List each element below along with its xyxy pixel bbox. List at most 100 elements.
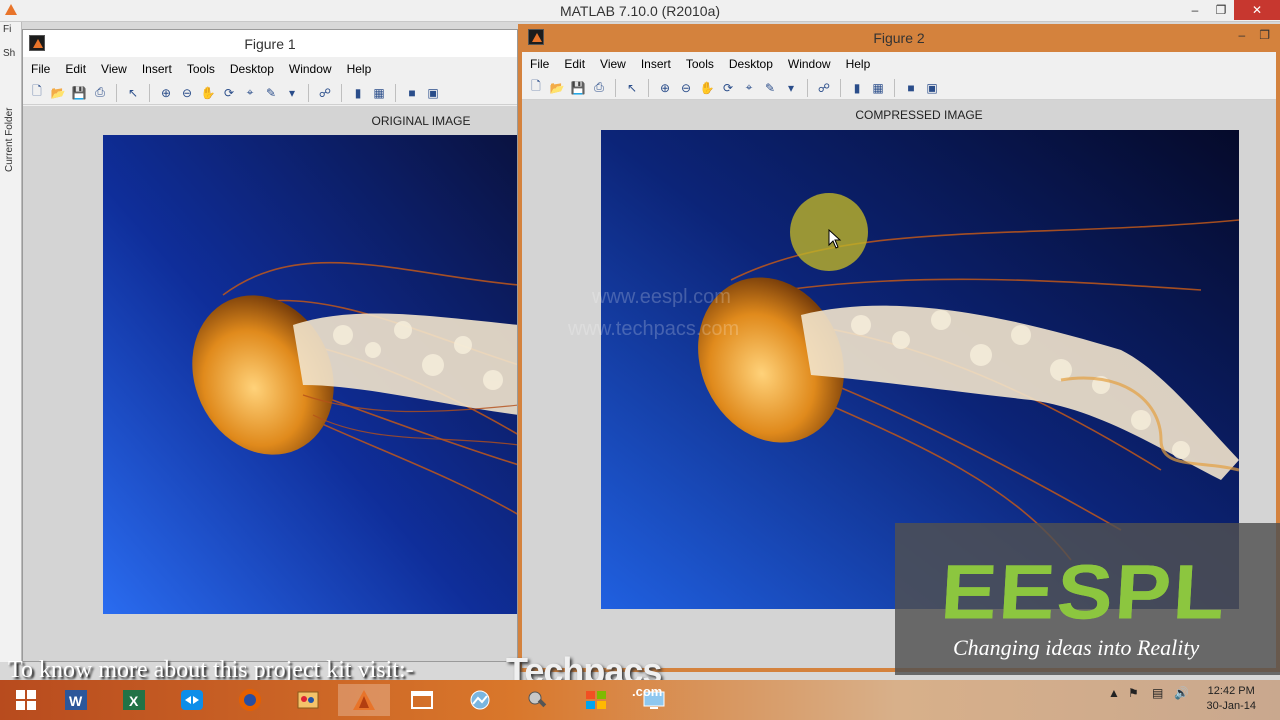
menu-window[interactable]: Window	[289, 62, 332, 76]
hide-plot-tools-icon[interactable]: ■	[404, 85, 420, 101]
menu-insert[interactable]: Insert	[142, 62, 172, 76]
window-icon[interactable]	[396, 684, 448, 716]
paint-icon[interactable]	[282, 684, 334, 716]
eespl-logo-overlay: EESPL Changing ideas into Reality	[895, 523, 1280, 675]
edit-plot-arrow-icon[interactable]: ↖	[125, 85, 141, 101]
menu-file[interactable]: File	[31, 62, 50, 76]
toolbar-separator	[308, 83, 309, 102]
toolbar-separator	[116, 83, 117, 102]
legend-icon[interactable]: ▦	[870, 80, 886, 96]
hide-plot-tools-icon[interactable]: ■	[903, 80, 919, 96]
menu-file[interactable]: File	[530, 57, 549, 71]
brush-icon[interactable]: ✎	[263, 85, 279, 101]
pan-hand-icon[interactable]: ✋	[200, 85, 216, 101]
save-icon[interactable]: 💾	[570, 80, 586, 96]
zoom-out-icon[interactable]: ⊖	[179, 85, 195, 101]
menu-view[interactable]: View	[101, 62, 127, 76]
new-figure-icon[interactable]: 🗋	[29, 84, 45, 101]
pan-hand-icon[interactable]: ✋	[699, 80, 715, 96]
menu-edit[interactable]: Edit	[564, 57, 585, 71]
svg-text:X: X	[129, 693, 139, 709]
legend-icon[interactable]: ▦	[371, 85, 387, 101]
tray-overflow-icon[interactable]: ▲	[1108, 686, 1120, 700]
rotate-3d-icon[interactable]: ⟳	[720, 80, 736, 96]
tools-icon[interactable]	[512, 684, 564, 716]
maximize-icon[interactable]: ❐	[1208, 0, 1234, 20]
axes-title-compressed: COMPRESSED IMAGE	[855, 108, 983, 122]
figure-maximize-icon[interactable]: ❐	[1259, 28, 1270, 42]
zoom-in-icon[interactable]: ⊕	[158, 85, 174, 101]
menu-help[interactable]: Help	[347, 62, 372, 76]
print-icon[interactable]: ⎙	[591, 80, 607, 96]
link-plot-icon[interactable]: ☍	[816, 80, 832, 96]
figure-2-menubar: File Edit View Insert Tools Desktop Wind…	[522, 52, 1276, 76]
brush-dropdown-icon[interactable]: ▾	[284, 85, 300, 101]
photos-icon[interactable]	[454, 684, 506, 716]
colorbar-icon[interactable]: ▮	[849, 80, 865, 96]
figure-1-titlebar[interactable]: Figure 1	[23, 30, 517, 57]
toolbar-separator	[648, 78, 649, 97]
teamviewer-icon[interactable]	[166, 684, 218, 716]
save-icon[interactable]: 💾	[71, 85, 87, 101]
network-icon[interactable]: ▤	[1152, 686, 1163, 700]
eespl-logo: EESPL	[938, 548, 1229, 636]
brush-dropdown-icon[interactable]: ▾	[783, 80, 799, 96]
colorbar-icon[interactable]: ▮	[350, 85, 366, 101]
eespl-tagline: Changing ideas into Reality	[953, 635, 1200, 660]
close-icon[interactable]: ✕	[1234, 0, 1280, 20]
windows-start-icon[interactable]	[0, 684, 52, 716]
menu-tools[interactable]: Tools	[686, 57, 714, 71]
menu-view[interactable]: View	[600, 57, 626, 71]
toolbar-separator	[395, 83, 396, 102]
matlab-icon[interactable]	[338, 684, 390, 716]
system-clock[interactable]: 12:42 PM 30-Jan-14	[1206, 684, 1256, 714]
data-cursor-icon[interactable]: ⌖	[741, 80, 757, 96]
toolbar-separator	[149, 83, 150, 102]
figure-2-title: Figure 2	[873, 30, 925, 46]
figure-1-toolbar: 🗋 📂 💾 ⎙ ↖ ⊕ ⊖ ✋ ⟳ ⌖ ✎ ▾ ☍ ▮ ▦ ■ ▣	[23, 81, 517, 105]
menu-insert[interactable]: Insert	[641, 57, 671, 71]
figure-2-toolbar: 🗋 📂 💾 ⎙ ↖ ⊕ ⊖ ✋ ⟳ ⌖ ✎ ▾ ☍ ▮ ▦ ■ ▣	[522, 76, 1276, 100]
side-label-file[interactable]: Fi	[3, 24, 11, 35]
show-plot-tools-icon[interactable]: ▣	[425, 85, 441, 101]
print-icon[interactable]: ⎙	[92, 85, 108, 101]
menu-edit[interactable]: Edit	[65, 62, 86, 76]
new-figure-icon[interactable]: 🗋	[528, 79, 544, 96]
side-label-shortcuts[interactable]: Sh	[3, 48, 15, 59]
store-icon[interactable]	[570, 684, 622, 716]
figure-1-window: Figure 1 File Edit View Insert Tools Des…	[22, 29, 518, 662]
menu-desktop[interactable]: Desktop	[729, 57, 773, 71]
network-flag-icon[interactable]: ⚑	[1128, 686, 1139, 700]
firefox-icon[interactable]	[224, 684, 276, 716]
zoom-in-icon[interactable]: ⊕	[657, 80, 673, 96]
brush-icon[interactable]: ✎	[762, 80, 778, 96]
toolbar-separator	[807, 78, 808, 97]
svg-text:W: W	[69, 693, 83, 709]
open-file-icon[interactable]: 📂	[50, 85, 66, 101]
minimize-icon[interactable]: –	[1182, 0, 1208, 20]
figure-1-menubar: File Edit View Insert Tools Desktop Wind…	[23, 57, 517, 81]
mouse-pointer-icon	[828, 229, 842, 249]
toolbar-separator	[840, 78, 841, 97]
figure-1-canvas: ORIGINAL IMAGE	[23, 106, 517, 661]
data-cursor-icon[interactable]: ⌖	[242, 85, 258, 101]
current-folder-tab[interactable]: Current Folder	[4, 82, 15, 172]
matlab-side-panel: Fi Sh Current Folder	[0, 22, 22, 662]
main-window-title: MATLAB 7.10.0 (R2010a)	[559, 3, 721, 19]
figure-minimize-icon[interactable]: –	[1239, 28, 1246, 42]
show-plot-tools-icon[interactable]: ▣	[924, 80, 940, 96]
word-icon[interactable]: W	[50, 684, 102, 716]
toolbar-separator	[341, 83, 342, 102]
menu-window[interactable]: Window	[788, 57, 831, 71]
edit-plot-arrow-icon[interactable]: ↖	[624, 80, 640, 96]
menu-help[interactable]: Help	[846, 57, 871, 71]
excel-icon[interactable]: X	[108, 684, 160, 716]
menu-desktop[interactable]: Desktop	[230, 62, 274, 76]
zoom-out-icon[interactable]: ⊖	[678, 80, 694, 96]
menu-tools[interactable]: Tools	[187, 62, 215, 76]
link-plot-icon[interactable]: ☍	[317, 85, 333, 101]
open-file-icon[interactable]: 📂	[549, 80, 565, 96]
volume-icon[interactable]: 🔊	[1174, 686, 1189, 700]
rotate-3d-icon[interactable]: ⟳	[221, 85, 237, 101]
figure-2-titlebar[interactable]: Figure 2 – ❐	[522, 24, 1276, 52]
